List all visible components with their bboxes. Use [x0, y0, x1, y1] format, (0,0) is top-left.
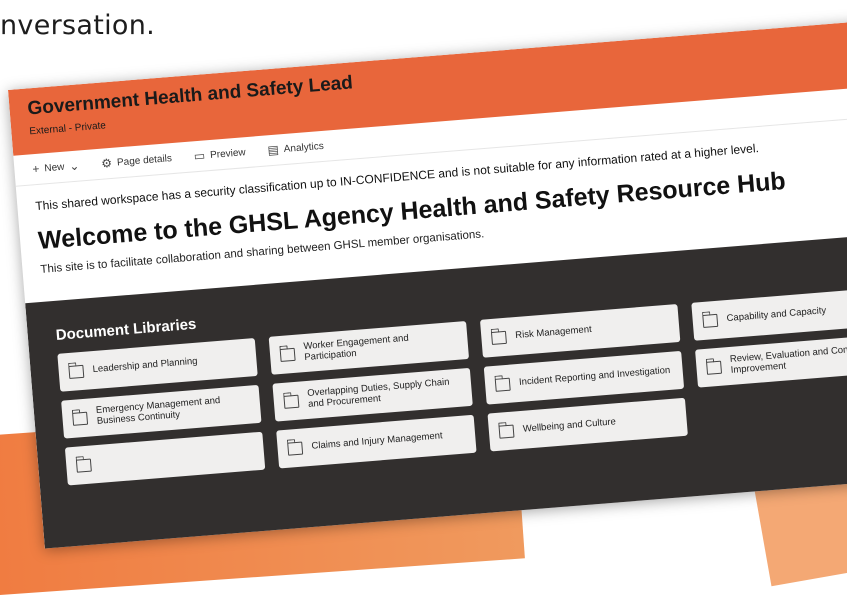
library-tile-label: Risk Management: [514, 323, 593, 341]
folder-icon: [706, 360, 723, 375]
folder-icon: [287, 441, 304, 456]
library-tile[interactable]: Review, Evaluation and Continuous Improv…: [695, 333, 847, 388]
library-grid: Leadership and Planning Worker Engagemen…: [57, 285, 847, 486]
library-tile-label: Emergency Management and Business Contin…: [95, 395, 221, 427]
folder-icon: [68, 364, 85, 379]
library-tile[interactable]: Capability and Capacity: [691, 287, 847, 341]
library-tile[interactable]: Incident Reporting and Investigation: [483, 350, 685, 405]
library-tile-label: Wellbeing and Culture: [522, 415, 617, 435]
library-tile[interactable]: Emergency Management and Business Contin…: [61, 384, 262, 439]
analytics-label: Analytics: [283, 140, 325, 155]
library-tile-label: Leadership and Planning: [92, 355, 198, 375]
folder-icon: [283, 394, 300, 409]
library-tile-label: Claims and Injury Management: [311, 429, 444, 452]
caption-text: nversation.: [0, 10, 156, 41]
library-tile[interactable]: Leadership and Planning: [57, 338, 258, 392]
folder-icon: [498, 424, 515, 439]
library-tile[interactable]: Overlapping Duties, Supply Chain and Pro…: [272, 367, 473, 422]
preview-label: Preview: [209, 146, 247, 161]
analytics-icon: ▤: [266, 142, 280, 158]
analytics-button[interactable]: ▤ Analytics: [267, 139, 324, 157]
preview-button[interactable]: ▭ Preview: [193, 145, 247, 164]
new-button[interactable]: + New ⌄: [32, 159, 80, 177]
library-tile[interactable]: Wellbeing and Culture: [487, 397, 688, 452]
folder-icon: [490, 330, 507, 345]
new-label: New: [43, 161, 65, 174]
library-tile[interactable]: Claims and Injury Management: [276, 414, 477, 469]
library-tile-label: Incident Reporting and Investigation: [518, 364, 671, 388]
library-tile-label: Review, Evaluation and Continuous Improv…: [729, 342, 847, 376]
sharepoint-window: Government Health and Safety Lead Extern…: [8, 16, 847, 549]
chevron-down-icon: ⌄: [68, 158, 80, 174]
folder-icon: [75, 458, 92, 473]
folder-icon: [494, 377, 511, 392]
library-tile-label: Overlapping Duties, Supply Chain and Pro…: [306, 376, 450, 410]
library-tile-label: Capability and Capacity: [726, 304, 827, 324]
plus-icon: +: [31, 161, 40, 177]
page-details-label: Page details: [116, 152, 173, 168]
document-libraries-section: Document Libraries Leadership and Planni…: [25, 229, 847, 549]
library-tile[interactable]: [64, 431, 266, 486]
folder-icon: [702, 313, 719, 328]
gear-icon: ⚙: [100, 155, 113, 171]
folder-icon: [72, 411, 89, 426]
library-tile[interactable]: Worker Engagement and Participation: [268, 321, 470, 375]
folder-icon: [279, 347, 296, 362]
library-tile[interactable]: Risk Management: [479, 304, 681, 358]
library-tile-label: Worker Engagement and Participation: [303, 332, 410, 364]
page-details-button[interactable]: ⚙ Page details: [101, 151, 173, 171]
preview-icon: ▭: [193, 148, 206, 164]
